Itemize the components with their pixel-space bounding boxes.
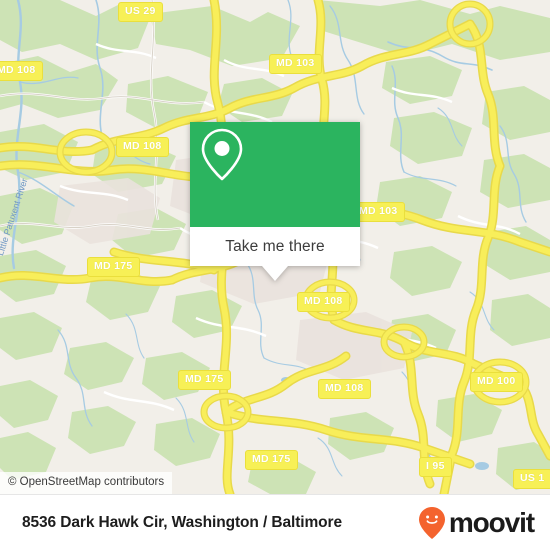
location-popup[interactable]: Take me there [190,122,360,281]
shield-md-108-northwest: MD 108 [116,137,169,157]
popup-action-bar[interactable]: Take me there [190,227,360,266]
footer-bar: 8536 Dark Hawk Cir, Washington / Baltimo… [0,494,550,550]
shield-us-29: US 29 [118,2,163,22]
map-pin-icon [201,128,243,181]
shield-us-1: US 1 [513,469,550,489]
shield-md-108-southeast: MD 108 [318,379,371,399]
address-label: 8536 Dark Hawk Cir, Washington / Baltimo… [22,513,342,531]
take-me-there-label: Take me there [225,237,325,255]
shield-md-100-east: MD 100 [470,372,523,392]
popup-tail [262,266,288,281]
shield-md-175-south: MD 175 [245,450,298,470]
shield-md-108-center: MD 108 [297,292,350,312]
shield-md-175-center: MD 175 [178,370,231,390]
moovit-logo[interactable]: moovit [417,506,535,540]
moovit-pin-smiley-icon [418,506,445,539]
map-canvas[interactable]: Little Patuxent River US 29 MD 103 MD 10… [0,0,550,494]
shield-md-108-west: MD 108 [0,61,43,81]
moovit-map-screen: Little Patuxent River US 29 MD 103 MD 10… [0,0,550,550]
osm-attribution[interactable]: © OpenStreetMap contributors [0,472,173,494]
popup-header [190,122,360,227]
shield-i-95: I 95 [419,457,452,477]
moovit-wordmark: moovit [448,506,535,538]
shield-md-175-west: MD 175 [87,257,140,277]
shield-md-103-north: MD 103 [269,54,322,74]
